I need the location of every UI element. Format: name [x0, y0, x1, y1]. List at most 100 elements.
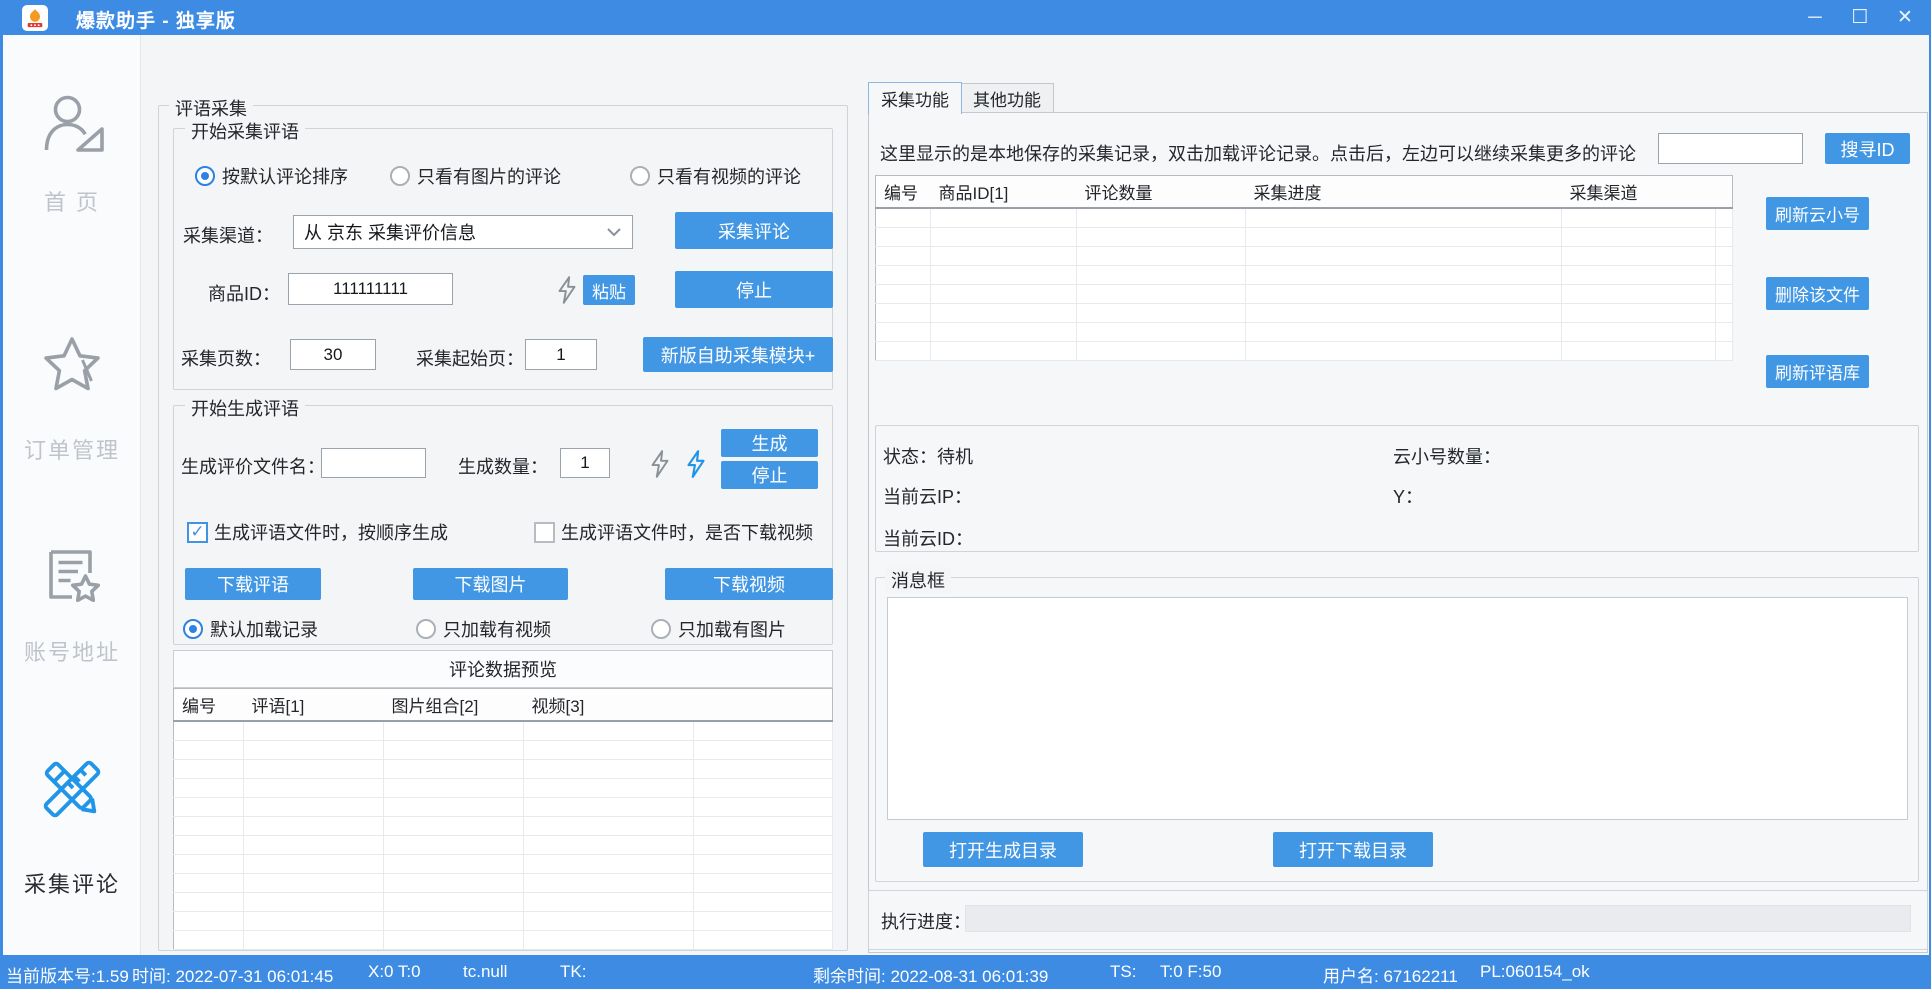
lightning-icon[interactable]: [647, 449, 673, 479]
start-page-input[interactable]: [525, 339, 597, 370]
open-download-dir-button[interactable]: 打开下载目录: [1273, 832, 1433, 867]
message-log-area[interactable]: [887, 597, 1908, 820]
table-row[interactable]: [876, 227, 1733, 246]
status-time: 时间: 2022-07-31 06:01:45: [132, 962, 333, 987]
table-row[interactable]: [174, 721, 833, 740]
preview-table-title: 评论数据预览: [173, 650, 833, 688]
status-tk: TK:: [560, 962, 586, 982]
radio-load-default[interactable]: 默认加载记录: [183, 616, 318, 642]
paste-button[interactable]: 粘贴: [583, 275, 635, 305]
checkbox-generate-in-order[interactable]: ✓ 生成评语文件时，按顺序生成: [187, 519, 448, 545]
product-id-input[interactable]: [288, 273, 453, 305]
status-version: 当前版本号:1.59: [6, 962, 129, 987]
table-row[interactable]: [876, 341, 1733, 360]
table-row[interactable]: [174, 835, 833, 854]
channel-select[interactable]: 从 京东 采集评价信息: [293, 215, 633, 249]
maximize-button[interactable]: ☐: [1838, 0, 1882, 35]
radio-dot: [416, 619, 436, 639]
table-row[interactable]: [174, 778, 833, 797]
chevron-down-icon: [606, 227, 622, 237]
download-videos-button[interactable]: 下载视频: [665, 568, 833, 600]
table-row[interactable]: [174, 873, 833, 892]
group-title: 消息框: [885, 567, 951, 593]
table-row[interactable]: [876, 284, 1733, 303]
records-table[interactable]: 编号 商品ID[1] 评论数量 采集进度 采集渠道: [875, 175, 1733, 361]
radio-image-only[interactable]: 只看有图片的评论: [390, 163, 561, 189]
table-row[interactable]: [174, 911, 833, 930]
checkbox-box: ✓: [534, 522, 555, 543]
count-input[interactable]: [560, 448, 610, 478]
status-state: 状态：待机: [883, 443, 973, 469]
count-label: 生成数量：: [458, 453, 548, 479]
status-ts: TS:: [1110, 962, 1136, 982]
lightning-icon[interactable]: [554, 275, 580, 305]
group-title: 开始采集评语: [185, 118, 305, 144]
table-row[interactable]: [174, 854, 833, 873]
preview-table[interactable]: 编号 评语[1] 图片组合[2] 视频[3]: [173, 688, 833, 950]
minimize-button[interactable]: ─: [1793, 0, 1837, 35]
generate-button[interactable]: 生成: [721, 429, 818, 457]
start-page-label: 采集起始页：: [416, 345, 524, 371]
collect-comments-button[interactable]: 采集评论: [675, 212, 833, 249]
stop-collect-button[interactable]: 停止: [675, 271, 833, 308]
pages-input[interactable]: [290, 339, 376, 370]
app-window: 爆款助手 - 独享版 ─ ☐ ✕ 首 页: [0, 0, 1931, 989]
ruler-pencil-icon: [36, 753, 108, 825]
new-module-button[interactable]: 新版自助采集模块+: [643, 337, 833, 372]
table-row[interactable]: [876, 265, 1733, 284]
checkbox-download-video[interactable]: ✓ 生成评语文件时，是否下载视频: [534, 519, 813, 545]
table-row[interactable]: [876, 208, 1733, 227]
filename-input[interactable]: [321, 448, 426, 478]
refresh-comment-lib-button[interactable]: 刷新评语库: [1766, 355, 1869, 388]
home-user-icon: [36, 90, 108, 162]
table-row[interactable]: [174, 797, 833, 816]
records-instruction: 这里显示的是本地保存的采集记录，双击加载评论记录。点击后，左边可以继续采集更多的…: [880, 140, 1636, 166]
radio-dot: [183, 619, 203, 639]
window-title: 爆款助手 - 独享版: [76, 6, 236, 33]
current-ip-label: 当前云IP：: [883, 483, 972, 509]
radio-load-image[interactable]: 只加载有图片: [651, 616, 786, 642]
download-images-button[interactable]: 下载图片: [413, 568, 568, 600]
table-row[interactable]: [876, 303, 1733, 322]
pages-label: 采集页数：: [181, 345, 271, 371]
open-generate-dir-button[interactable]: 打开生成目录: [923, 832, 1083, 867]
checkbox-box: ✓: [187, 522, 208, 543]
stop-generate-button[interactable]: 停止: [721, 461, 818, 489]
search-id-input[interactable]: [1658, 133, 1803, 164]
refresh-cloud-account-button[interactable]: 刷新云小号: [1766, 197, 1869, 230]
radio-dot: [630, 166, 650, 186]
group-title: 开始生成评语: [185, 395, 305, 421]
status-xt: X:0 T:0: [368, 962, 421, 982]
radio-video-only[interactable]: 只看有视频的评论: [630, 163, 801, 189]
y-label: Y：: [1393, 483, 1423, 509]
status-bar: 当前版本号:1.59 时间: 2022-07-31 06:01:45 X:0 T…: [0, 955, 1931, 989]
download-comments-button[interactable]: 下载评语: [185, 568, 321, 600]
table-row[interactable]: [174, 930, 833, 949]
cloud-count-label: 云小号数量：: [1393, 443, 1501, 469]
star-icon: [36, 330, 108, 402]
search-id-button[interactable]: 搜寻ID: [1825, 133, 1910, 164]
status-tf: T:0 F:50: [1160, 962, 1221, 982]
sidebar-item-label: 首 页: [3, 185, 141, 217]
lightning-blue-icon[interactable]: [683, 449, 709, 479]
radio-dot: [195, 166, 215, 186]
status-remaining: 剩余时间: 2022-08-31 06:01:39: [813, 962, 1048, 987]
radio-dot: [651, 619, 671, 639]
table-row[interactable]: [174, 816, 833, 835]
table-row[interactable]: [174, 759, 833, 778]
tab-collect-function[interactable]: 采集功能: [868, 82, 962, 114]
sidebar: 首 页 订单管理 账号地址: [3, 35, 141, 955]
radio-default-sort[interactable]: 按默认评论排序: [195, 163, 348, 189]
table-row[interactable]: [174, 892, 833, 911]
close-button[interactable]: ✕: [1883, 0, 1927, 35]
radio-load-video[interactable]: 只加载有视频: [416, 616, 551, 642]
app-logo-icon: [22, 5, 48, 31]
table-row[interactable]: [876, 246, 1733, 265]
filename-label: 生成评价文件名：: [181, 453, 325, 479]
channel-label: 采集渠道：: [183, 222, 273, 248]
sidebar-item-label: 账号地址: [3, 635, 141, 667]
table-row[interactable]: [174, 740, 833, 759]
tab-other-function[interactable]: 其他功能: [960, 83, 1054, 113]
table-row[interactable]: [876, 322, 1733, 341]
delete-file-button[interactable]: 删除该文件: [1766, 277, 1869, 310]
